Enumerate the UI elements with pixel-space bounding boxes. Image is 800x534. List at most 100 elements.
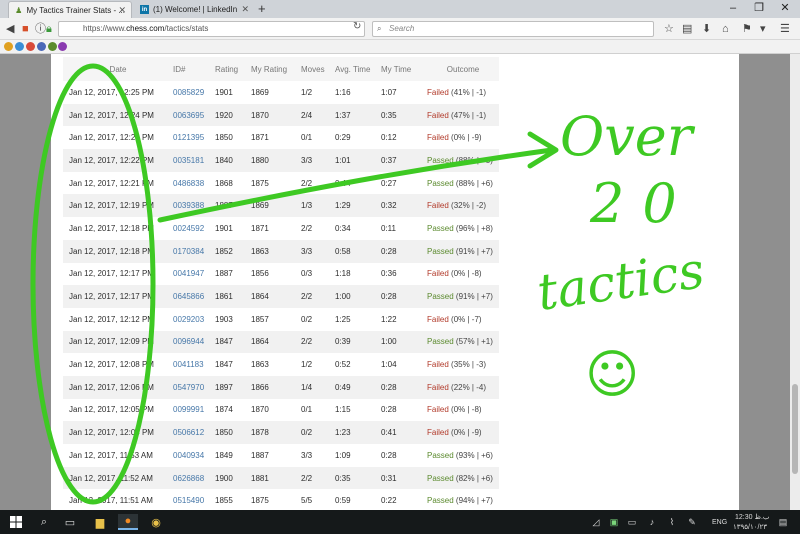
id-link[interactable]: 0041947 bbox=[167, 263, 209, 286]
id-link[interactable]: 0029203 bbox=[167, 308, 209, 331]
notifications-icon[interactable]: ▤ bbox=[776, 514, 790, 530]
wifi-icon[interactable]: ⌇ bbox=[666, 514, 678, 530]
input-language[interactable]: ENG bbox=[712, 519, 727, 526]
minimize-icon[interactable]: – bbox=[722, 1, 744, 16]
extension-icon[interactable]: ⚑ bbox=[742, 21, 752, 37]
moves-cell: 0/2 bbox=[301, 314, 313, 324]
my-rating-cell: 1856 bbox=[251, 269, 269, 279]
id-link[interactable]: 0547970 bbox=[167, 375, 209, 399]
rating-cell: 1850 bbox=[209, 421, 245, 444]
bookmark-icon[interactable] bbox=[4, 42, 13, 51]
column-header-outcome[interactable]: Outcome bbox=[421, 57, 499, 81]
outcome-status: Failed bbox=[427, 405, 449, 415]
table-row: Jan 12, 2017, 12:17 PM 0041947 1887 1856 0/3… bbox=[63, 263, 499, 286]
search-icon[interactable]: ⌕ bbox=[36, 514, 52, 530]
avg-time-cell: 0:52 bbox=[335, 360, 351, 370]
info-icon[interactable]: ⓘ bbox=[35, 21, 46, 37]
table-row: Jan 12, 2017, 11:51 AM 0515490 1855 1875 5/5… bbox=[63, 489, 499, 510]
bookmark-icon[interactable] bbox=[26, 42, 35, 51]
back-icon[interactable]: ◀ bbox=[6, 21, 14, 37]
outcome-status: Passed bbox=[427, 292, 454, 302]
tab-chess-stats[interactable]: ♟ My Tactics Trainer Stats - ... ✕ bbox=[8, 1, 132, 18]
id-link[interactable]: 0041183 bbox=[167, 353, 209, 376]
id-link[interactable]: 0170384 bbox=[167, 239, 209, 263]
bookmarks-bar bbox=[0, 40, 800, 54]
column-header-rating[interactable]: Rating bbox=[209, 57, 245, 81]
url-path: /tactics/stats bbox=[164, 24, 209, 33]
pen-icon[interactable]: ✎ bbox=[686, 514, 698, 530]
column-header-id[interactable]: ID# bbox=[167, 57, 209, 81]
scrollbar-thumb[interactable] bbox=[792, 384, 798, 474]
id-link[interactable]: 0024592 bbox=[167, 217, 209, 240]
moves-cell: 1/2 bbox=[301, 360, 313, 370]
id-link[interactable]: 0085829 bbox=[167, 81, 209, 104]
reload-icon[interactable]: ↻ bbox=[353, 21, 361, 32]
close-tab-icon[interactable]: ✕ bbox=[118, 5, 126, 16]
windows-start-icon[interactable] bbox=[8, 514, 24, 530]
battery-icon[interactable]: ▭ bbox=[626, 514, 638, 530]
rating-cell: 1868 bbox=[215, 178, 233, 188]
close-tab-icon[interactable]: ✕ bbox=[241, 4, 249, 15]
file-explorer-icon[interactable]: ▆ bbox=[90, 514, 110, 530]
id-link[interactable]: 0486838 bbox=[167, 172, 209, 195]
date-cell: Jan 12, 2017, 12:05 PM bbox=[69, 405, 154, 415]
bookmark-icon[interactable] bbox=[48, 42, 57, 51]
my-rating-cell: 1870 bbox=[251, 405, 269, 415]
restore-icon[interactable]: ❐ bbox=[748, 1, 770, 16]
avg-time-cell: 1:15 bbox=[335, 405, 351, 415]
security-icon[interactable]: ▣ bbox=[608, 514, 620, 530]
volume-icon[interactable]: ♪ bbox=[646, 514, 658, 530]
date-cell: Jan 12, 2017, 12:04 PM bbox=[63, 421, 167, 444]
clock-time[interactable]: 12:30 ب.ظ bbox=[735, 513, 769, 521]
task-view-icon[interactable]: ▭ bbox=[62, 514, 78, 530]
id-link[interactable]: 0626868 bbox=[167, 466, 209, 490]
date-cell: Jan 12, 2017, 12:21 PM bbox=[69, 178, 154, 188]
clipboard-icon[interactable]: ▤ bbox=[682, 21, 692, 37]
column-header-my-rating[interactable]: My Rating bbox=[245, 57, 295, 81]
column-header-date[interactable]: Date bbox=[63, 57, 167, 81]
id-link[interactable]: 0063695 bbox=[167, 103, 209, 127]
my-rating-cell: 1878 bbox=[245, 421, 295, 444]
outcome-cell: Passed (82% | +6) bbox=[421, 466, 499, 490]
download-icon[interactable]: ⬇ bbox=[702, 21, 711, 37]
id-link[interactable]: 0096944 bbox=[167, 330, 209, 354]
network-icon[interactable]: ◿ bbox=[590, 514, 602, 530]
my-rating-cell: 1866 bbox=[245, 375, 295, 399]
clock-date[interactable]: ۱۳۹۵/۱۰/۲۳ bbox=[733, 523, 767, 531]
tab-linkedin[interactable]: in (1) Welcome! | LinkedIn ✕ bbox=[134, 1, 254, 18]
search-input[interactable]: ⌕ Search bbox=[372, 21, 654, 37]
moves-cell: 1/3 bbox=[295, 194, 329, 218]
dropdown-icon[interactable]: ▾ bbox=[760, 21, 766, 37]
id-link[interactable]: 0121395 bbox=[167, 126, 209, 149]
firefox-icon[interactable]: ● bbox=[118, 514, 138, 530]
home-icon[interactable]: ⌂ bbox=[722, 21, 729, 37]
close-window-icon[interactable]: ✕ bbox=[774, 1, 796, 16]
id-link[interactable]: 0645866 bbox=[167, 285, 209, 308]
avg-time-cell: 0:44 bbox=[335, 178, 351, 188]
bookmark-icon[interactable] bbox=[58, 42, 67, 51]
bookmark-icon[interactable] bbox=[15, 42, 24, 51]
column-header-my-time[interactable]: My Time bbox=[375, 57, 421, 81]
chrome-icon[interactable]: ◉ bbox=[146, 514, 166, 530]
moves-cell: 3/3 bbox=[295, 149, 329, 172]
column-header-moves[interactable]: Moves bbox=[295, 57, 329, 81]
vertical-scrollbar[interactable] bbox=[790, 54, 800, 510]
addon-icon[interactable]: ■ bbox=[22, 21, 29, 37]
menu-icon[interactable]: ☰ bbox=[780, 21, 790, 37]
my-rating-cell: 1863 bbox=[251, 360, 269, 370]
new-tab-icon[interactable]: + bbox=[258, 2, 266, 16]
outcome-cell: Failed (41% | -1) bbox=[421, 81, 499, 104]
id-link[interactable]: 0039388 bbox=[167, 194, 209, 218]
id-link[interactable]: 0515490 bbox=[167, 489, 209, 510]
column-header-avg-time[interactable]: Avg. Time bbox=[329, 57, 375, 81]
table-row: Jan 12, 2017, 12:17 PM 0645866 1861 1864 2/2… bbox=[63, 285, 499, 308]
id-link[interactable]: 0040934 bbox=[167, 444, 209, 467]
id-link[interactable]: 0099991 bbox=[167, 399, 209, 422]
id-link[interactable]: 0506612 bbox=[167, 421, 209, 444]
moves-cell: 0/1 bbox=[301, 405, 313, 415]
url-input[interactable]: https://www.chess.com/tactics/stats bbox=[58, 21, 365, 37]
bookmark-icon[interactable] bbox=[37, 42, 46, 51]
bookmark-star-icon[interactable]: ☆ bbox=[664, 21, 674, 37]
rating-cell: 1847 bbox=[215, 360, 233, 370]
id-link[interactable]: 0035181 bbox=[167, 149, 209, 172]
